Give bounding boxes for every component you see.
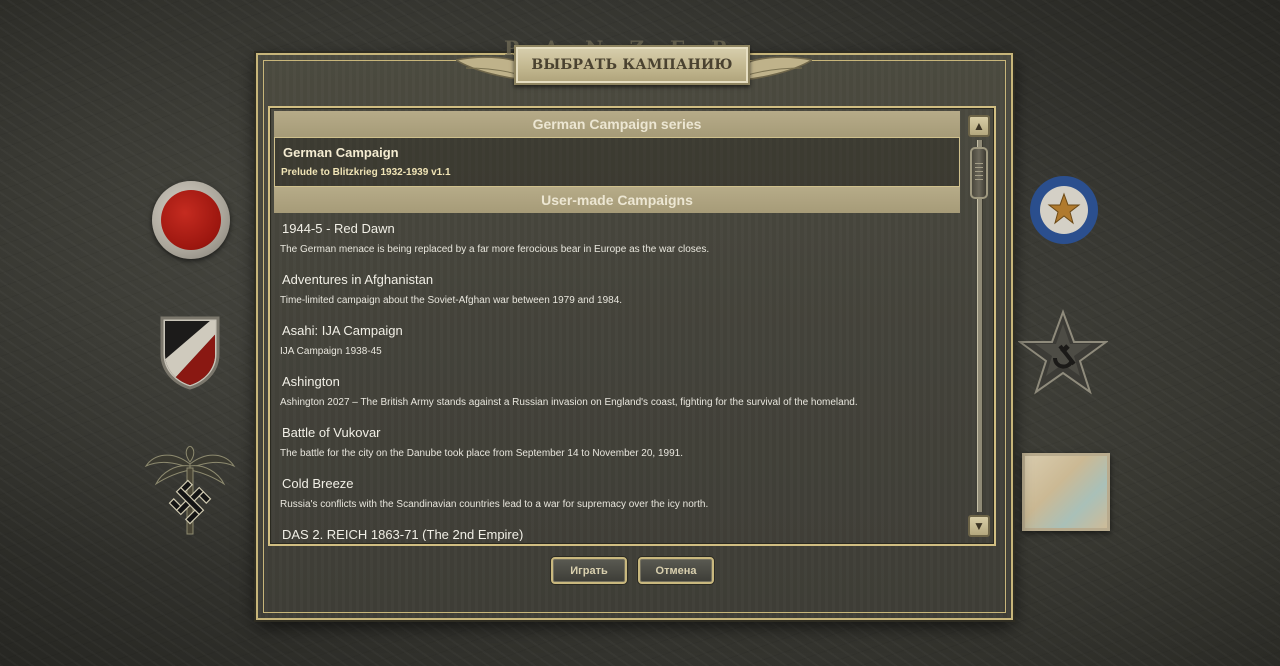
arrow-down-icon: ▼ (973, 519, 985, 533)
list-item[interactable]: Ashington Ashington 2027 – The British A… (274, 366, 960, 417)
campaign-description: Time-limited campaign about the Soviet-A… (280, 295, 623, 306)
cancel-button[interactable]: Отмена (638, 557, 714, 584)
campaign-description: Russia's conflicts with the Scandinavian… (280, 499, 709, 510)
campaign-name: DAS 2. REICH 1863-71 (The 2nd Empire) (282, 527, 524, 541)
list-item[interactable]: Cold Breeze Russia's conflicts with the … (274, 468, 960, 519)
group-header-german: German Campaign series (274, 111, 960, 137)
palm-swastika-icon[interactable] (142, 446, 238, 538)
black-white-red-shield-icon[interactable] (158, 314, 222, 390)
campaign-name: German Campaign (283, 145, 399, 160)
campaign-description: Ashington 2027 – The British Army stands… (280, 397, 858, 408)
scroll-up-button[interactable]: ▲ (968, 115, 990, 137)
list-item[interactable]: 1944-5 - Red Dawn The German menace is b… (274, 213, 960, 264)
map-thumbnail-icon[interactable] (1022, 453, 1110, 531)
play-button[interactable]: Играть (551, 557, 627, 584)
campaign-description: IJA Campaign 1938-45 (280, 346, 382, 357)
list-item-german-campaign[interactable]: German Campaign Prelude to Blitzkrieg 19… (274, 137, 960, 187)
dialog-title: ВЫБРАТЬ КАМПАНИЮ (531, 57, 733, 73)
list-item[interactable]: Asahi: IJA Campaign IJA Campaign 1938-45 (274, 315, 960, 366)
blue-roundel-star-icon[interactable] (1030, 170, 1102, 254)
dialog-title-plate: ВЫБРАТЬ КАМПАНИЮ (514, 45, 750, 85)
list-item[interactable]: DAS 2. REICH 1863-71 (The 2nd Empire) (274, 519, 960, 541)
campaign-description: The battle for the city on the Danube to… (280, 448, 684, 459)
campaign-name: Battle of Vukovar (282, 425, 381, 440)
campaign-name: Cold Breeze (282, 476, 354, 491)
campaign-name: Adventures in Afghanistan (282, 272, 434, 287)
red-roundel-icon[interactable] (152, 181, 230, 259)
campaign-name: Asahi: IJA Campaign (282, 323, 403, 338)
campaign-list[interactable]: German Campaign series German Campaign P… (274, 111, 960, 541)
scroll-down-button[interactable]: ▼ (968, 515, 990, 537)
game-screen: PANZER CORPS ВЫБРАТЬ КАМПАНИЮ German Cam… (0, 0, 1280, 666)
soviet-star-icon[interactable] (1018, 308, 1108, 398)
campaign-description: The German menace is being replaced by a… (280, 244, 710, 255)
list-item[interactable]: Adventures in Afghanistan Time-limited c… (274, 264, 960, 315)
campaign-description: Prelude to Blitzkrieg 1932-1939 v1.1 (281, 167, 451, 178)
campaign-name: Ashington (282, 374, 340, 389)
list-scrollbar[interactable]: ▲ ▼ (966, 114, 992, 539)
scroll-thumb[interactable] (970, 147, 988, 199)
arrow-up-icon: ▲ (973, 119, 985, 133)
group-header-user-made: User-made Campaigns (274, 187, 960, 213)
list-item[interactable]: Battle of Vukovar The battle for the cit… (274, 417, 960, 468)
campaign-name: 1944-5 - Red Dawn (282, 221, 395, 236)
